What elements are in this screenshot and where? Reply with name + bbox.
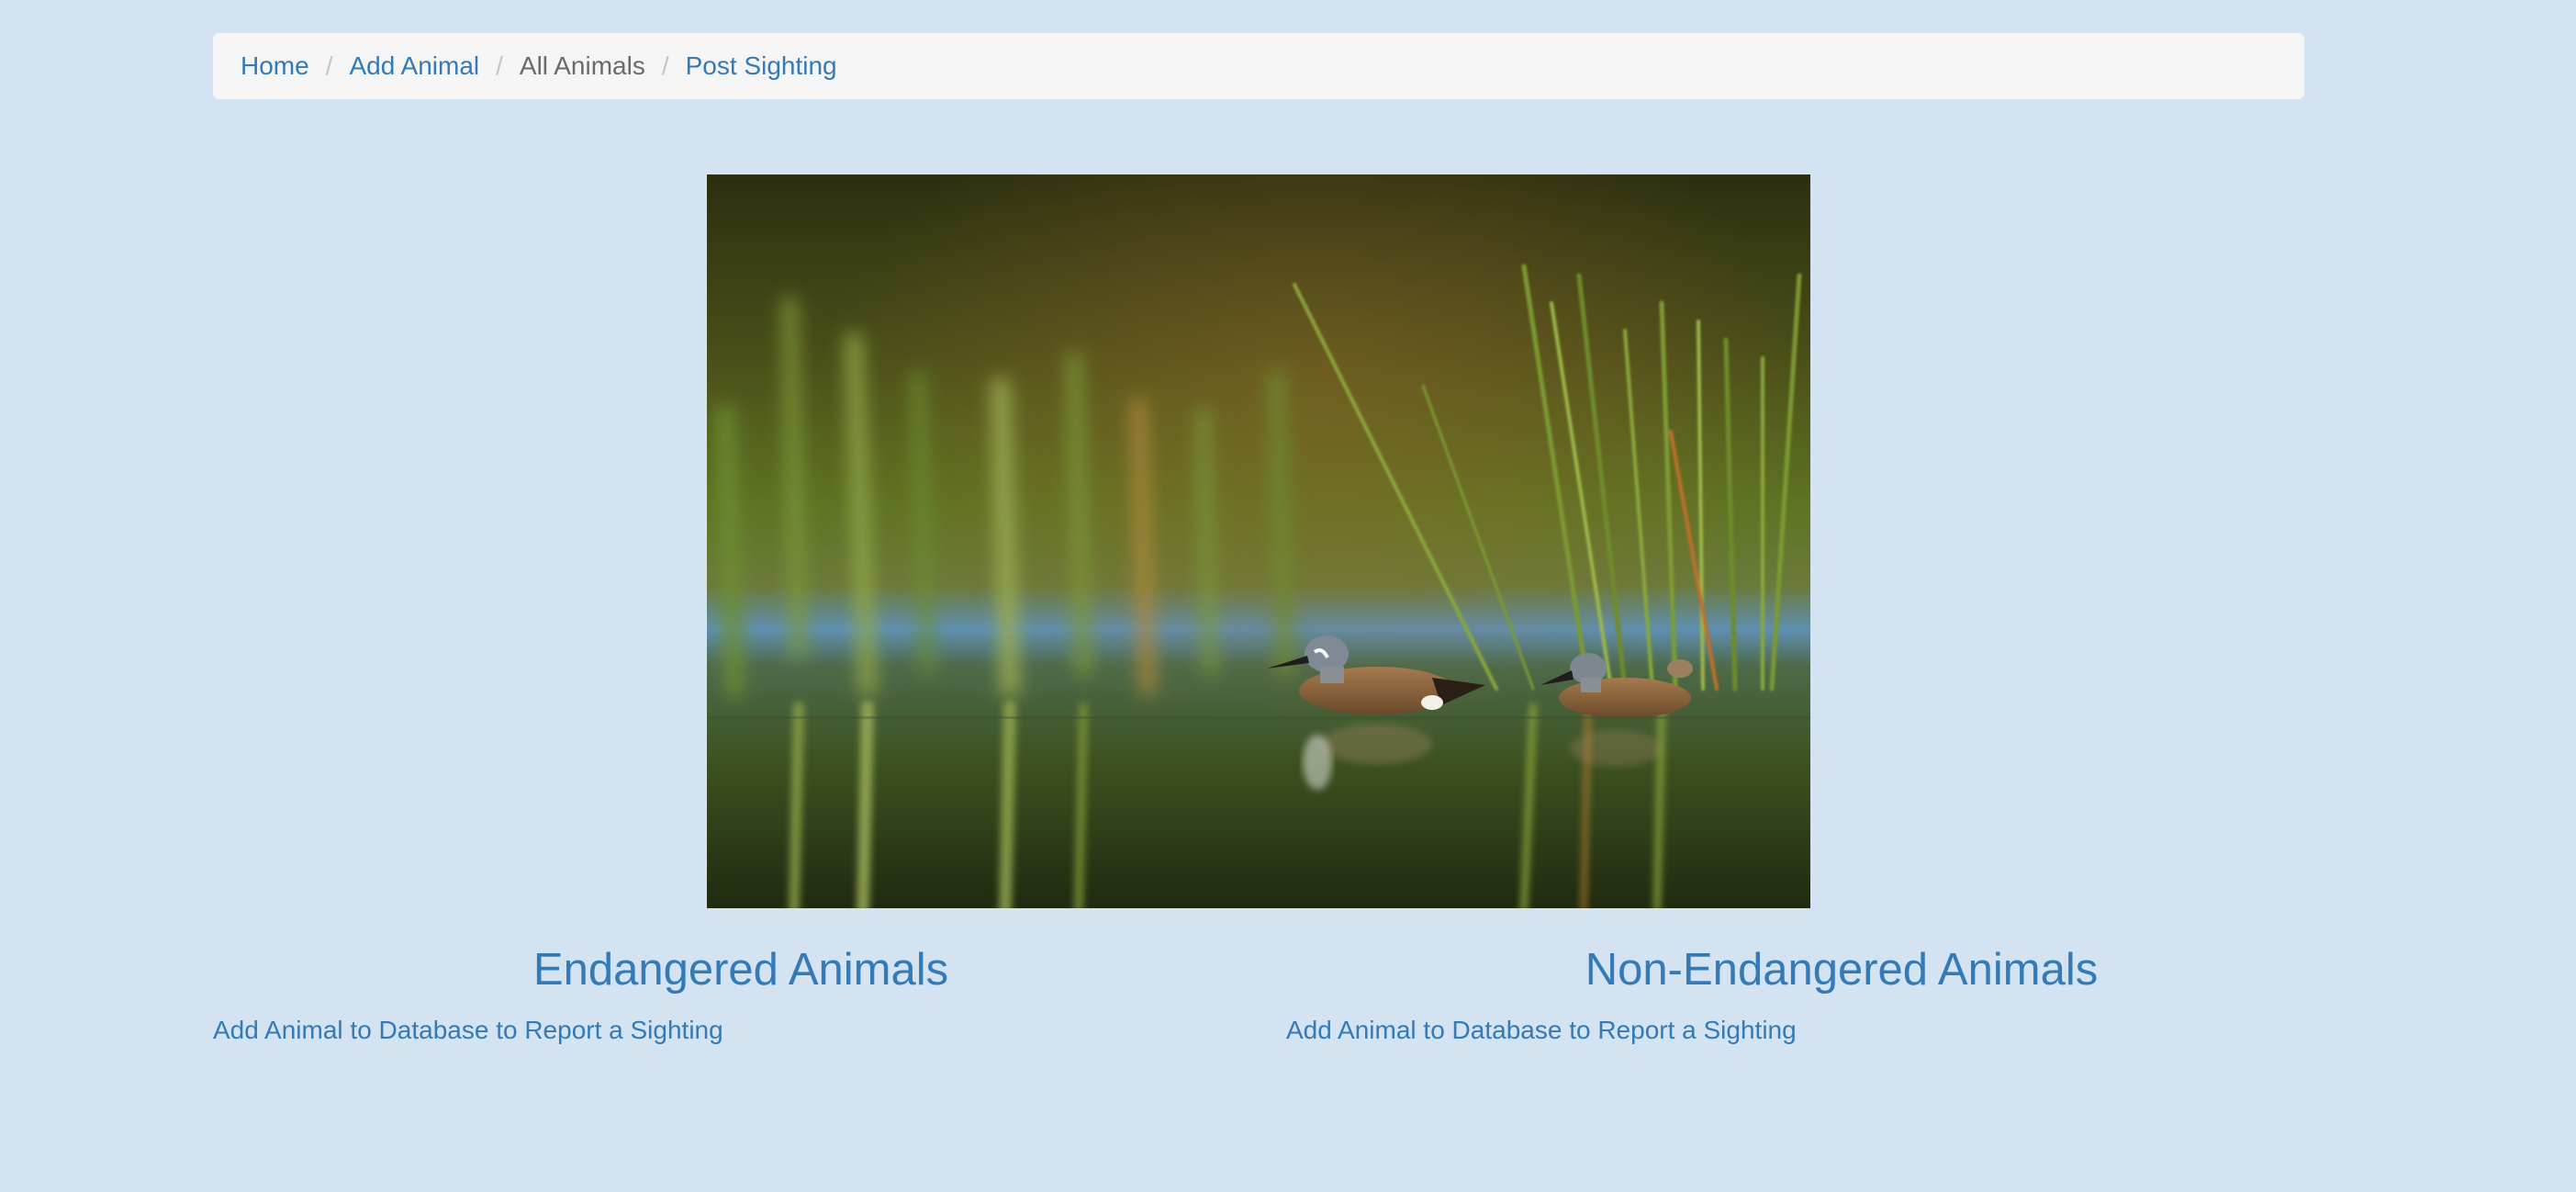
- breadcrumb-separator: /: [661, 51, 669, 80]
- breadcrumb-home-link[interactable]: Home: [241, 51, 309, 81]
- endangered-animals-heading: Endangered Animals: [532, 945, 949, 995]
- breadcrumb-separator: /: [496, 51, 503, 80]
- endangered-add-animal-link[interactable]: Add Animal to Database to Report a Sight…: [213, 1016, 1287, 1045]
- breadcrumb: Home / Add Animal / All Animals / Post S…: [213, 33, 2304, 99]
- breadcrumb-all-animals-current: All Animals: [519, 51, 645, 80]
- breadcrumb-separator: /: [325, 51, 333, 80]
- non-endangered-animals-heading: Non-Endangered Animals: [1585, 945, 2099, 995]
- hero-photo: [707, 174, 1810, 908]
- breadcrumb-post-sighting-link[interactable]: Post Sighting: [686, 51, 837, 81]
- non-endangered-add-animal-link[interactable]: Add Animal to Database to Report a Sight…: [1286, 1016, 2360, 1045]
- non-endangered-animals-section: Non-Endangered Animals Add Animal to Dat…: [1286, 937, 2360, 1045]
- endangered-animals-section: Endangered Animals Add Animal to Databas…: [213, 937, 1287, 1045]
- hero-image-ducks-in-reeds: [707, 174, 1810, 908]
- breadcrumb-add-animal-link[interactable]: Add Animal: [349, 51, 479, 81]
